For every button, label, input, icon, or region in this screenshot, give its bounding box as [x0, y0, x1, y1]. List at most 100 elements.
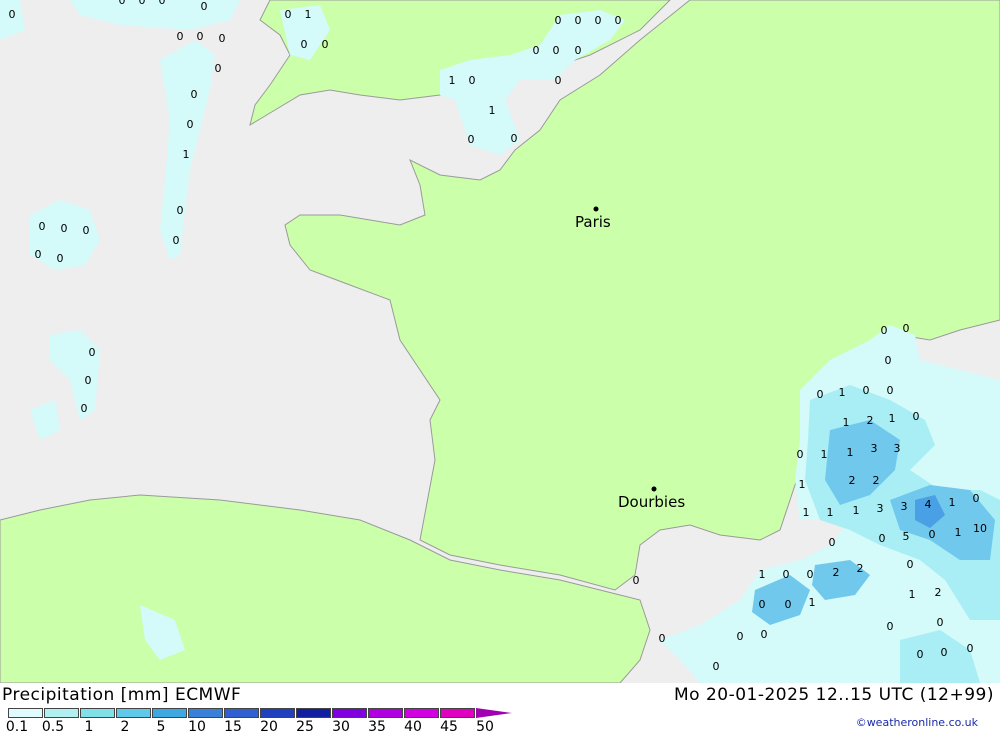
city-label: Paris — [575, 213, 611, 231]
precip-value-label: 0 — [159, 0, 166, 7]
precip-value-label: 1 — [853, 504, 860, 517]
precip-value-label: 0 — [903, 322, 910, 335]
precip-value-label: 0 — [177, 30, 184, 43]
precip-value-label: 0 — [941, 646, 948, 659]
legend-swatch — [404, 708, 439, 718]
precip-value-label: 0 — [61, 222, 68, 235]
precip-value-label: 0 — [783, 568, 790, 581]
precip-value-label: 0 — [322, 38, 329, 51]
precip-value-label: 1 — [183, 148, 190, 161]
precip-value-label: 0 — [863, 384, 870, 397]
precip-value-label: 3 — [877, 502, 884, 515]
precip-value-label: 0 — [713, 660, 720, 673]
precip-value-label: 1 — [449, 74, 456, 87]
precip-value-label: 0 — [555, 14, 562, 27]
precip-value-label: 0 — [89, 346, 96, 359]
precip-value-label: 0 — [917, 648, 924, 661]
legend-swatch — [332, 708, 367, 718]
precip-value-label: 4 — [925, 498, 932, 511]
precip-value-label: 0 — [575, 44, 582, 57]
precip-value-label: 10 — [973, 522, 987, 535]
precip-value-label: 0 — [759, 598, 766, 611]
precip-value-label: 0 — [785, 598, 792, 611]
precip-value-label: 1 — [909, 588, 916, 601]
legend-swatch — [224, 708, 259, 718]
precip-value-label: 2 — [849, 474, 856, 487]
legend-swatch — [296, 708, 331, 718]
precip-value-label: 0 — [907, 558, 914, 571]
precip-value-label: 0 — [887, 620, 894, 633]
precip-value-label: 2 — [857, 562, 864, 575]
precip-value-label: 0 — [913, 410, 920, 423]
precip-value-label: 3 — [871, 442, 878, 455]
precip-value-label: 0 — [885, 354, 892, 367]
precip-value-label: 0 — [469, 74, 476, 87]
precip-value-label: 0 — [301, 38, 308, 51]
precip-value-label: 2 — [935, 586, 942, 599]
precip-value-label: 2 — [833, 566, 840, 579]
precip-value-label: 0 — [967, 642, 974, 655]
precip-value-label: 0 — [177, 204, 184, 217]
legend-swatch — [44, 708, 79, 718]
precip-value-label: 0 — [633, 574, 640, 587]
precip-value-label: 0 — [555, 74, 562, 87]
precip-value-label: 0 — [119, 0, 126, 7]
precip-value-label: 0 — [817, 388, 824, 401]
legend-swatch — [440, 708, 475, 718]
legend-ticks: 0.1 0.5 1 2 5 10 15 20 25 30 35 40 45 50 — [0, 719, 540, 735]
precip-value-label: 0 — [973, 492, 980, 505]
precip-value-label: 0 — [173, 234, 180, 247]
precip-value-label: 0 — [191, 88, 198, 101]
precip-value-label: 0 — [285, 8, 292, 21]
precip-value-label: 0 — [575, 14, 582, 27]
precip-value-label: 0 — [197, 30, 204, 43]
precip-value-label: 1 — [799, 478, 806, 491]
precip-value-label: 1 — [489, 104, 496, 117]
precipitation-map: 00 0 01000 0 000 000010010 00 0000010 00 0 0 00 0 000… — [0, 0, 1000, 683]
precip-value-label: 0 — [533, 44, 540, 57]
precip-value-label: 0 — [81, 402, 88, 415]
legend-swatch — [8, 708, 43, 718]
legend-swatch — [188, 708, 223, 718]
precip-value-label: 0 — [887, 384, 894, 397]
precip-value-label: 0 — [83, 224, 90, 237]
footer: Precipitation [mm] ECMWF Mo 20-01-2025 1… — [0, 683, 1000, 735]
precip-value-label: 3 — [901, 500, 908, 513]
precip-value-label: 1 — [827, 506, 834, 519]
precip-value-label: 1 — [821, 448, 828, 461]
precip-value-label: 0 — [829, 536, 836, 549]
precip-value-label: 0 — [615, 14, 622, 27]
precip-value-label: 0 — [879, 532, 886, 545]
legend-arrow — [476, 708, 512, 718]
legend-swatch — [368, 708, 403, 718]
precip-value-label: 0 — [797, 448, 804, 461]
precip-value-label: 0 — [761, 628, 768, 641]
precip-value-label: 0 — [937, 616, 944, 629]
precip-value-label: 0 — [39, 220, 46, 233]
legend-swatch — [80, 708, 115, 718]
precip-value-label: 0 — [468, 133, 475, 146]
precip-value-label: 0 — [659, 632, 666, 645]
precip-value-label: 0 — [511, 132, 518, 145]
precip-value-label: 1 — [803, 506, 810, 519]
precip-value-label: 0 — [215, 62, 222, 75]
precip-value-label: 1 — [949, 496, 956, 509]
credit-link[interactable]: ©weatheronline.co.uk — [856, 716, 978, 729]
precip-value-label: 0 — [553, 44, 560, 57]
valid-time: Mo 20-01-2025 12..15 UTC (12+99) — [673, 685, 994, 705]
precip-value-label: 1 — [847, 446, 854, 459]
precip-value-label: 1 — [809, 596, 816, 609]
precip-value-label: 1 — [955, 526, 962, 539]
precip-value-label: 0 — [139, 0, 146, 7]
precip-value-label: 2 — [873, 474, 880, 487]
color-legend — [8, 708, 512, 718]
precip-value-label: 0 — [737, 630, 744, 643]
precip-value-label: 5 — [903, 530, 910, 543]
precip-value-label: 1 — [843, 416, 850, 429]
precip-value-label: 0 — [9, 8, 16, 21]
map-title: Precipitation [mm] ECMWF — [2, 685, 242, 705]
precip-value-label: 2 — [867, 414, 874, 427]
legend-swatch — [260, 708, 295, 718]
precip-value-label: 0 — [57, 252, 64, 265]
precip-value-label: 0 — [807, 568, 814, 581]
